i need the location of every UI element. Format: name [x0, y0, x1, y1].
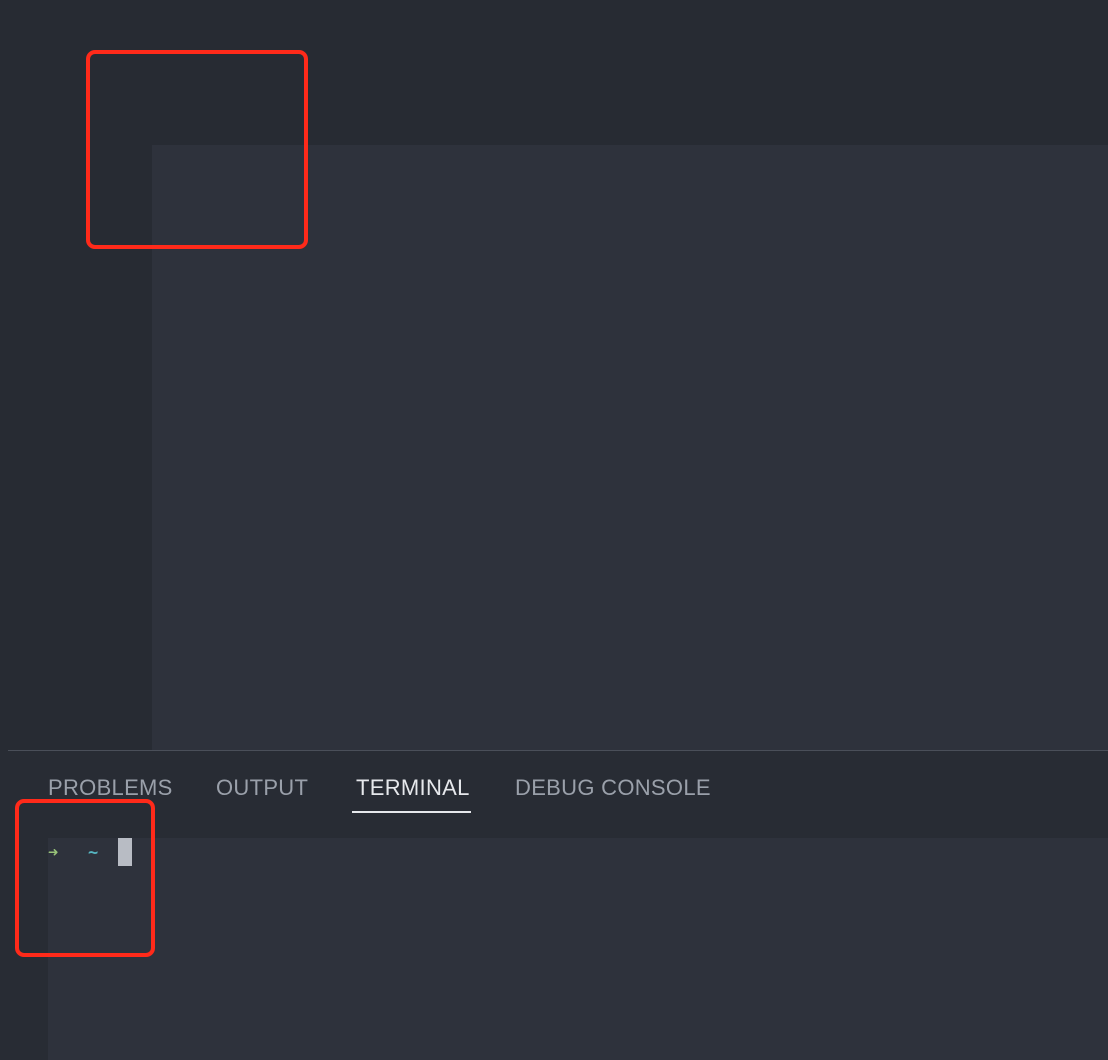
vscode-window: PROBLEMS OUTPUT TERMINAL DEBUG CONSOLE ➜…: [0, 0, 1108, 1060]
highlight-box-terminal: [15, 799, 155, 957]
highlight-box-top: [86, 50, 308, 249]
tab-output[interactable]: OUTPUT: [212, 775, 312, 815]
active-tab-indicator: [352, 811, 471, 813]
bottom-panel: PROBLEMS OUTPUT TERMINAL DEBUG CONSOLE ➜…: [0, 751, 1108, 1060]
tab-debug-console[interactable]: DEBUG CONSOLE: [511, 775, 715, 815]
terminal-view[interactable]: ➜ ~: [48, 838, 1108, 1060]
tab-terminal[interactable]: TERMINAL: [352, 775, 474, 815]
panel-tabs: PROBLEMS OUTPUT TERMINAL DEBUG CONSOLE: [0, 751, 1108, 837]
